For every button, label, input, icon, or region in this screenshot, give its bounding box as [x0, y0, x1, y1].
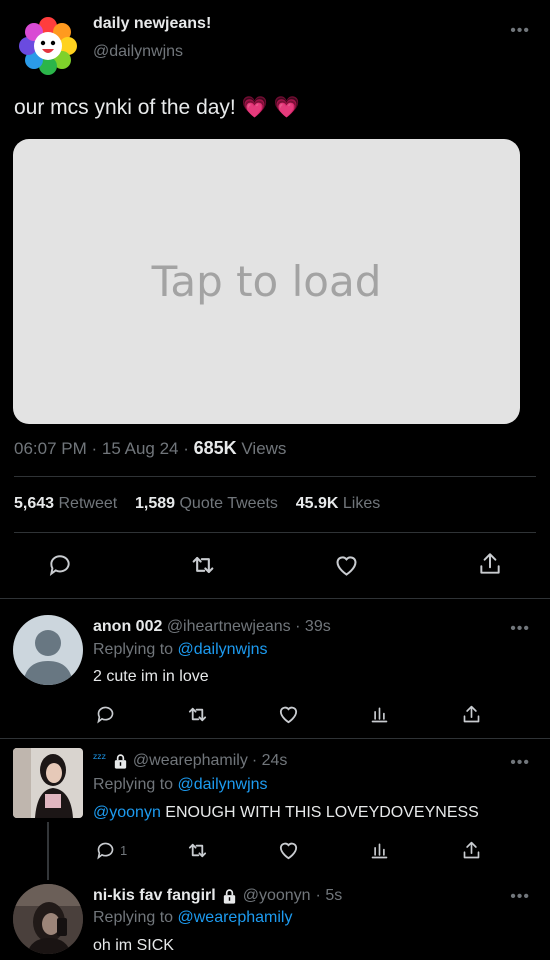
divider — [14, 532, 536, 533]
reply-icon[interactable] — [46, 551, 74, 579]
reply-count: 1 — [120, 843, 128, 858]
photo-avatar[interactable] — [13, 748, 83, 818]
replying-to-link[interactable]: @wearephamily — [178, 909, 293, 926]
reply-handle[interactable]: @yoonyn — [243, 887, 311, 905]
mention-link[interactable]: @yoonyn — [93, 804, 161, 821]
views-label: Views — [241, 439, 287, 458]
reply-text: 2 cute im in love — [93, 668, 209, 685]
reply-time: · 39s — [295, 618, 331, 635]
daily-newjeans-avatar[interactable] — [18, 16, 78, 76]
replying-to-link[interactable]: @dailynwjns — [178, 641, 268, 658]
replying-to: Replying to @dailynwjns — [93, 776, 268, 793]
share-icon[interactable] — [476, 550, 504, 578]
more-options-icon[interactable]: ••• — [510, 621, 530, 637]
divider — [0, 738, 550, 739]
tweet-date: 15 Aug 24 — [101, 439, 179, 458]
analytics-icon[interactable] — [368, 703, 390, 725]
quotes-stat[interactable]: 1,589 Quote Tweets — [135, 495, 278, 512]
retweet-icon[interactable] — [185, 839, 209, 861]
retweet-icon[interactable] — [189, 551, 217, 579]
like-icon[interactable] — [276, 703, 300, 725]
photo-avatar[interactable] — [13, 884, 83, 954]
likes-stat[interactable]: 45.9K Likes — [296, 495, 381, 512]
analytics-icon[interactable] — [368, 839, 390, 861]
replying-to: Replying to @wearephamily — [93, 909, 293, 926]
main-tweet-text: our mcs ynki of the day! 💗 💗 — [14, 96, 300, 119]
more-options-icon[interactable]: ••• — [510, 23, 530, 39]
like-icon[interactable] — [332, 551, 360, 579]
reply-header: ni-kis fav fangirl @yoonyn · 5s — [93, 887, 342, 905]
replying-to: Replying to @dailynwjns — [93, 641, 268, 658]
divider — [14, 476, 536, 477]
media-placeholder[interactable]: Tap to load — [13, 139, 520, 424]
reply-icon[interactable] — [94, 703, 116, 725]
retweet-icon[interactable] — [185, 703, 209, 725]
default-avatar[interactable] — [13, 615, 83, 685]
main-handle[interactable]: @dailynwjns — [93, 43, 183, 61]
tweet-meta: 06:07 PM · 15 Aug 24 · 685K Views — [14, 438, 287, 458]
reply-display-name[interactable]: ni-kis fav fangirl — [93, 887, 216, 905]
tweet-stats: 5,643 Retweet 1,589 Quote Tweets 45.9K L… — [14, 495, 380, 513]
like-icon[interactable] — [276, 839, 300, 861]
main-display-name[interactable]: daily newjeans! — [93, 15, 211, 33]
reply-text: @yoonyn ENOUGH WITH THIS LOVEYDOVEYNESS — [93, 804, 479, 821]
tap-to-load-label: Tap to load — [151, 257, 382, 306]
reply-time: · 24s — [251, 752, 288, 769]
reply-text: oh im SICK — [93, 937, 174, 954]
reply-handle[interactable]: @iheartnewjeans — [167, 618, 291, 635]
reply-header: ᶻᶻᶻ @wearephamily · 24s — [93, 751, 288, 770]
views-count[interactable]: 685K — [194, 438, 237, 458]
reply-display-name[interactable]: anon 002 — [93, 618, 162, 635]
reply-handle[interactable]: @wearephamily — [133, 752, 248, 770]
lock-icon — [221, 888, 238, 905]
tweet-time: 06:07 PM — [14, 439, 87, 458]
divider — [0, 598, 550, 599]
lock-icon — [112, 753, 129, 770]
share-icon[interactable] — [460, 839, 482, 861]
reply-header: anon 002 @iheartnewjeans · 39s — [93, 618, 331, 636]
share-icon[interactable] — [460, 703, 482, 725]
reply-display-name[interactable]: ᶻᶻᶻ — [93, 751, 106, 765]
reply-icon[interactable] — [94, 839, 116, 861]
more-options-icon[interactable]: ••• — [510, 889, 530, 905]
retweets-stat[interactable]: 5,643 Retweet — [14, 495, 117, 512]
thread-line — [47, 822, 49, 880]
reply-time: · 5s — [315, 887, 343, 904]
replying-to-link[interactable]: @dailynwjns — [178, 776, 268, 793]
more-options-icon[interactable]: ••• — [510, 755, 530, 771]
